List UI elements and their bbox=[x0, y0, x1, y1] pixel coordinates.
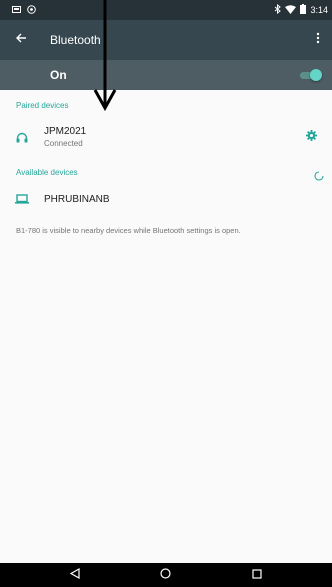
overflow-menu-button[interactable] bbox=[308, 20, 328, 60]
device-settings-button[interactable] bbox=[296, 125, 326, 149]
visibility-message: B1-780 is visible to nearby devices whil… bbox=[16, 226, 241, 235]
laptop-icon bbox=[0, 194, 44, 204]
device-status: Connected bbox=[44, 139, 83, 148]
status-time: 3:14 bbox=[310, 5, 328, 15]
arrow-back-icon bbox=[15, 31, 27, 49]
bluetooth-toggle[interactable] bbox=[300, 69, 322, 81]
switch-label: On bbox=[50, 68, 67, 82]
back-triangle-icon bbox=[70, 566, 80, 584]
status-bar: 3:14 bbox=[0, 0, 332, 20]
gear-icon bbox=[305, 128, 317, 146]
nav-home-button[interactable] bbox=[146, 563, 186, 587]
back-button[interactable] bbox=[4, 20, 38, 60]
notification-icon bbox=[12, 5, 21, 16]
paired-device-text: JPM2021 Connected bbox=[44, 126, 296, 148]
available-devices-header: Available devices bbox=[16, 168, 78, 177]
status-right-icons: 3:14 bbox=[274, 3, 328, 16]
bluetooth-switch-bar[interactable]: On bbox=[0, 60, 332, 90]
battery-icon bbox=[300, 4, 307, 16]
device-name: JPM2021 bbox=[44, 126, 87, 137]
paired-devices-header: Paired devices bbox=[16, 101, 69, 110]
device-name: PHRUBINANB bbox=[44, 193, 110, 205]
more-vert-icon bbox=[316, 31, 320, 49]
headphones-icon bbox=[0, 132, 44, 143]
bluetooth-icon bbox=[274, 3, 282, 16]
page-title: Bluetooth bbox=[50, 33, 101, 47]
home-circle-icon bbox=[160, 566, 172, 584]
toggle-thumb bbox=[310, 69, 322, 81]
wifi-icon bbox=[285, 4, 297, 16]
available-device-row[interactable]: PHRUBINANB bbox=[0, 188, 332, 210]
alert-icon bbox=[27, 4, 36, 16]
available-device-text: PHRUBINANB bbox=[44, 194, 332, 205]
app-bar: Bluetooth bbox=[0, 20, 332, 60]
nav-recents-button[interactable] bbox=[237, 563, 277, 587]
paired-device-row[interactable]: JPM2021 Connected bbox=[0, 120, 332, 154]
nav-back-button[interactable] bbox=[55, 563, 95, 587]
status-left-icons bbox=[12, 4, 36, 16]
annotation-arrow-icon bbox=[93, 0, 117, 112]
recents-square-icon bbox=[252, 566, 262, 584]
scanning-spinner-icon bbox=[314, 168, 324, 181]
navigation-bar bbox=[0, 563, 332, 587]
